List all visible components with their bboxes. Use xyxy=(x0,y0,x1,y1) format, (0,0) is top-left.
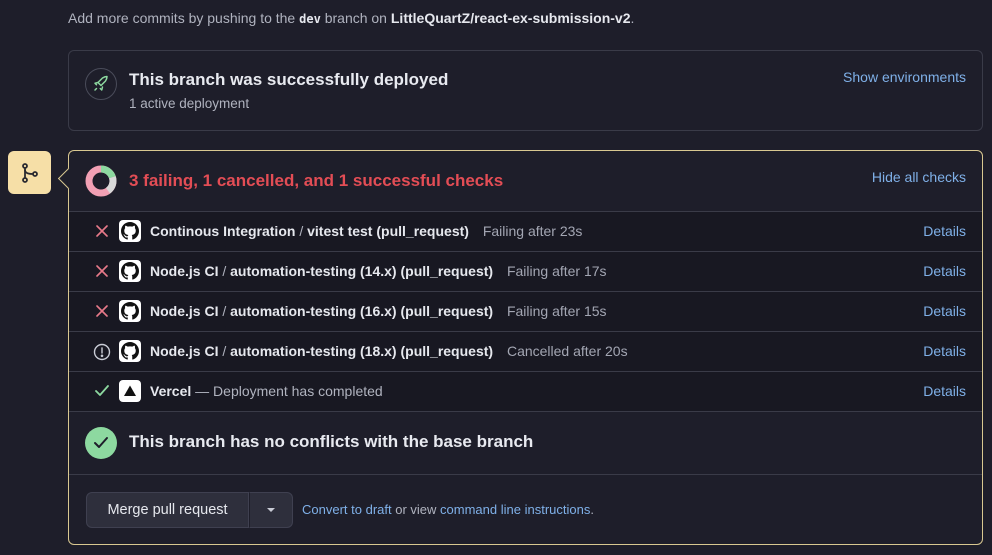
merge-hint: Convert to draft or view command line in… xyxy=(302,502,594,517)
hide-all-checks-link[interactable]: Hide all checks xyxy=(872,169,966,185)
details-link[interactable]: Details xyxy=(923,223,966,239)
push-hint-prefix: Add more commits by pushing to the xyxy=(68,10,296,26)
check-job: automation-testing (14.x) (pull_request) xyxy=(230,263,494,279)
check-name: Node.js CI / automation-testing (14.x) (… xyxy=(150,263,607,279)
check-separator: / xyxy=(222,303,227,319)
check-workflow: Continous Integration xyxy=(150,223,296,239)
checks-donut-icon xyxy=(85,165,117,197)
check-separator: / xyxy=(299,223,304,239)
x-icon xyxy=(95,224,109,238)
merge-options-dropdown[interactable] xyxy=(249,492,293,528)
check-separator: / xyxy=(222,263,227,279)
check-job: automation-testing (16.x) (pull_request) xyxy=(230,303,494,319)
check-row: Continous Integration / vitest test (pul… xyxy=(69,211,982,251)
check-job: vitest test (pull_request) xyxy=(307,223,469,239)
repo-name[interactable]: LittleQuartZ/react-ex-submission-v2 xyxy=(391,10,631,26)
x-icon xyxy=(95,304,109,318)
alert-circle-icon xyxy=(93,343,111,361)
x-icon xyxy=(95,264,109,278)
push-hint-middle: branch on xyxy=(324,10,387,26)
command-line-instructions-link[interactable]: command line instructions xyxy=(440,502,590,517)
check-circle-icon xyxy=(85,427,117,459)
check-status: Deployment has completed xyxy=(213,383,383,399)
push-hint-suffix: . xyxy=(630,10,635,26)
details-link[interactable]: Details xyxy=(923,383,966,399)
check-status: Failing after 15s xyxy=(506,303,607,319)
check-icon xyxy=(95,384,109,398)
check-separator: / xyxy=(222,343,227,359)
vercel-icon xyxy=(119,380,141,402)
check-separator: — xyxy=(195,383,210,399)
merge-pull-request-button[interactable]: Merge pull request xyxy=(86,492,249,528)
check-workflow: Node.js CI xyxy=(150,263,219,279)
checks-box: 3 failing, 1 cancelled, and 1 successful… xyxy=(68,150,983,545)
checks-summary-title: 3 failing, 1 cancelled, and 1 successful… xyxy=(129,171,504,190)
details-link[interactable]: Details xyxy=(923,263,966,279)
check-row: Node.js CI / automation-testing (14.x) (… xyxy=(69,251,982,291)
check-workflow: Vercel xyxy=(150,383,192,399)
conflicts-section: This branch has no conflicts with the ba… xyxy=(69,411,982,474)
github-icon xyxy=(119,260,141,282)
push-hint: Add more commits by pushing to the dev b… xyxy=(68,10,634,26)
branch-name[interactable]: dev xyxy=(299,12,321,26)
github-icon xyxy=(119,220,141,242)
check-workflow: Node.js CI xyxy=(150,343,219,359)
check-workflow: Node.js CI xyxy=(150,303,219,319)
check-job: automation-testing (18.x) (pull_request) xyxy=(230,343,494,359)
merge-hint-or-view: or view xyxy=(395,502,437,517)
check-status: Cancelled after 20s xyxy=(506,343,628,359)
check-row: Node.js CI / automation-testing (18.x) (… xyxy=(69,331,982,371)
deployment-box: This branch was successfully deployed 1 … xyxy=(68,50,983,131)
check-name: Continous Integration / vitest test (pul… xyxy=(150,223,582,239)
details-link[interactable]: Details xyxy=(923,343,966,359)
check-status: Failing after 17s xyxy=(506,263,607,279)
rocket-icon xyxy=(85,68,117,100)
git-branch-icon xyxy=(8,151,51,194)
check-row: Vercel — Deployment has completed Detail… xyxy=(69,371,982,411)
check-name: Vercel — Deployment has completed xyxy=(150,383,383,399)
deployment-subtitle: 1 active deployment xyxy=(129,96,250,111)
caret-down-icon xyxy=(267,508,275,512)
check-name: Node.js CI / automation-testing (16.x) (… xyxy=(150,303,607,319)
show-environments-link[interactable]: Show environments xyxy=(843,69,966,85)
github-icon xyxy=(119,300,141,322)
conflicts-title: This branch has no conflicts with the ba… xyxy=(129,432,534,451)
checks-header: 3 failing, 1 cancelled, and 1 successful… xyxy=(69,151,982,211)
merge-area: Merge pull request Convert to draft or v… xyxy=(69,474,982,546)
convert-to-draft-link[interactable]: Convert to draft xyxy=(302,502,392,517)
github-icon xyxy=(119,340,141,362)
merge-hint-period: . xyxy=(590,502,594,517)
details-link[interactable]: Details xyxy=(923,303,966,319)
check-row: Node.js CI / automation-testing (16.x) (… xyxy=(69,291,982,331)
deployment-title: This branch was successfully deployed xyxy=(129,70,449,89)
check-status: Failing after 23s xyxy=(482,223,583,239)
check-name: Node.js CI / automation-testing (18.x) (… xyxy=(150,343,628,359)
